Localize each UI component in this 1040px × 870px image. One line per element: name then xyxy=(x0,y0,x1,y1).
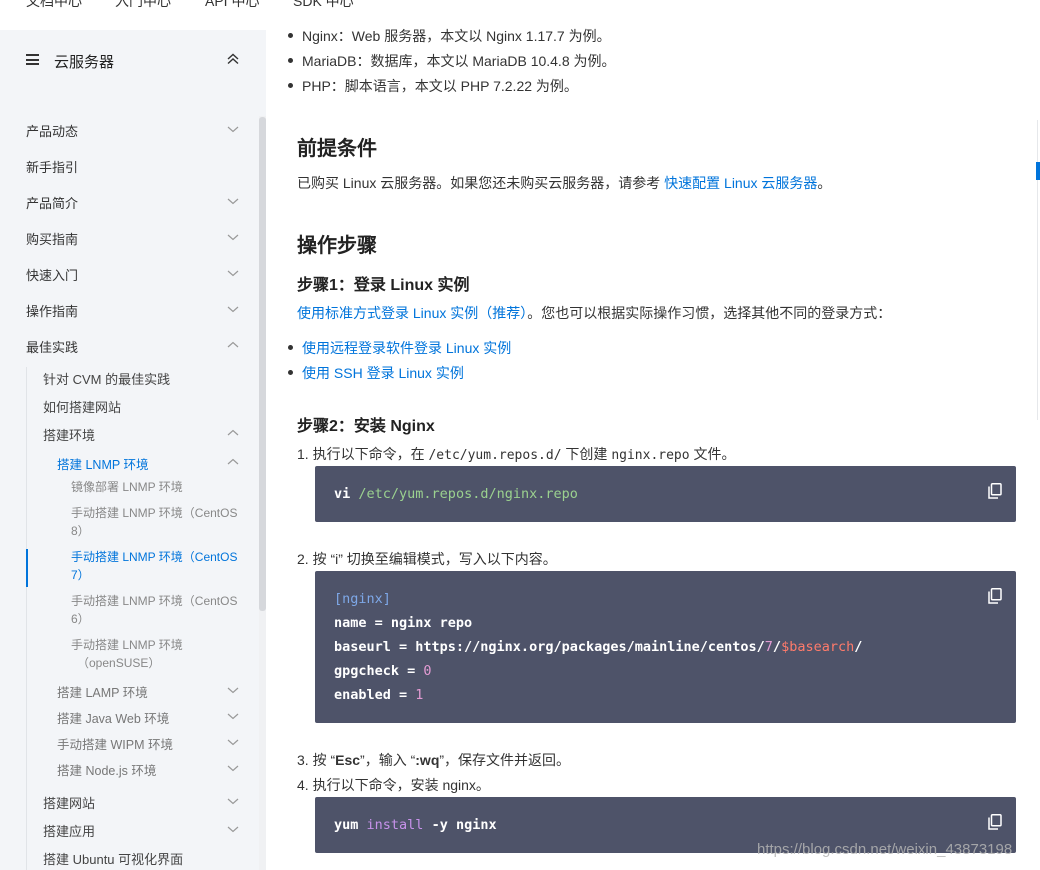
chevron-down-icon xyxy=(227,270,239,277)
sidebar-item-lnmp-centos8[interactable]: 手动搭建 LNMP 环境（CentOS 8） xyxy=(0,504,258,540)
sidebar-item-lnmp-centos7[interactable]: 手动搭建 LNMP 环境（CentOS 7） xyxy=(0,548,258,584)
step2-title: 步骤2：安装 Nginx xyxy=(297,418,435,435)
sidebar-item-lnmp[interactable]: 搭建 LNMP 环境 xyxy=(0,450,258,474)
list-item: MariaDB：数据库，本文以 MariaDB 10.4.8 为例。 xyxy=(288,51,616,71)
code-content: [nginx] name = nginx repo baseurl = http… xyxy=(334,591,863,703)
list-item: 使用 SSH 登录 Linux 实例 xyxy=(288,363,464,383)
chevron-down-icon xyxy=(227,234,239,241)
sidebar-item-product-news[interactable]: 产品动态 xyxy=(0,117,258,141)
list-item: 使用远程登录软件登录 Linux 实例 xyxy=(288,338,511,358)
list-item: Nginx：Web 服务器，本文以 Nginx 1.17.7 为例。 xyxy=(288,26,611,46)
code-line: yum install -y nginx xyxy=(334,817,497,833)
sidebar-item-wipm[interactable]: 手动搭建 WIPM 环境 xyxy=(0,730,258,754)
menu-icon[interactable] xyxy=(26,54,39,65)
chevron-up-icon xyxy=(227,341,239,348)
nav-api[interactable]: API 中心 xyxy=(205,0,259,11)
prereq-paragraph: 已购买 Linux 云服务器。如果您还未购买云服务器，请参考 快速配置 Linu… xyxy=(297,175,832,191)
chevron-down-icon xyxy=(227,687,239,694)
chevron-down-icon xyxy=(227,198,239,205)
ssh-login-link[interactable]: 使用 SSH 登录 Linux 实例 xyxy=(302,365,464,381)
sidebar-item-build-env[interactable]: 搭建环境 xyxy=(0,421,258,445)
sidebar-item-build-app[interactable]: 搭建应用 xyxy=(0,817,258,841)
code-block-vi: vi /etc/yum.repos.d/nginx.repo xyxy=(315,466,1016,522)
sidebar-item-nodejs[interactable]: 搭建 Node.js 环境 xyxy=(0,756,258,780)
watermark: https://blog.csdn.net/weixin_43873198 xyxy=(757,841,1013,858)
step-4-text: 4. 执行以下命令，安装 nginx。 xyxy=(297,777,490,793)
chevron-up-icon xyxy=(227,429,239,436)
section-title-steps: 操作步骤 xyxy=(297,235,377,257)
sidebar-item-beginner-guide[interactable]: 新手指引 xyxy=(0,153,258,177)
step-1-text: 1. 执行以下命令，在 /etc/yum.repos.d/ 下创建 nginx.… xyxy=(297,446,736,463)
sidebar: 云服务器 产品动态 新手指引 产品简介 购买指南 快速入门 操作指南 最佳实践 … xyxy=(0,30,266,870)
code-block-repo: [nginx] name = nginx repo baseurl = http… xyxy=(315,571,1016,723)
chevron-down-icon xyxy=(227,126,239,133)
step1-title: 步骤1：登录 Linux 实例 xyxy=(297,277,470,294)
main-content: Nginx：Web 服务器，本文以 Nginx 1.17.7 为例。 Maria… xyxy=(266,0,1040,870)
step-2-text: 2. 按 “i” 切换至编辑模式，写入以下内容。 xyxy=(297,551,557,567)
sidebar-item-cvm-best-practice[interactable]: 针对 CVM 的最佳实践 xyxy=(0,365,258,389)
sidebar-item-purchase-guide[interactable]: 购买指南 xyxy=(0,225,258,249)
sidebar-item-lnmp-opensuse[interactable]: 手动搭建 LNMP 环境 （openSUSE） xyxy=(0,636,258,672)
sidebar-item-quick-start[interactable]: 快速入门 xyxy=(0,261,258,285)
chevron-down-icon xyxy=(227,739,239,746)
toc-active-indicator xyxy=(1036,162,1040,180)
chevron-up-icon xyxy=(227,458,239,465)
sidebar-item-java-web[interactable]: 搭建 Java Web 环境 xyxy=(0,704,258,728)
chevron-down-icon xyxy=(227,826,239,833)
code-line: vi /etc/yum.repos.d/nginx.repo xyxy=(334,486,578,502)
sidebar-item-build-website[interactable]: 如何搭建网站 xyxy=(0,393,258,417)
sidebar-header[interactable]: 云服务器 xyxy=(0,30,266,90)
sidebar-item-operation-guide[interactable]: 操作指南 xyxy=(0,297,258,321)
sidebar-item-lamp[interactable]: 搭建 LAMP 环境 xyxy=(0,678,258,702)
list-item: PHP：脚本语言，本文以 PHP 7.2.22 为例。 xyxy=(288,76,578,96)
section-title-prereq: 前提条件 xyxy=(297,138,377,160)
sidebar-item-lnmp-image[interactable]: 镜像部署 LNMP 环境 xyxy=(0,478,258,496)
copy-icon[interactable] xyxy=(988,588,1002,604)
step-3-text: 3. 按 “Esc”，输入 “:wq”，保存文件并返回。 xyxy=(297,752,571,768)
copy-icon[interactable] xyxy=(988,814,1002,830)
double-chevron-up-icon[interactable] xyxy=(226,52,240,66)
step1-paragraph: 使用标准方式登录 Linux 实例（推荐）。您也可以根据实际操作习惯，选择其他不… xyxy=(297,305,892,321)
sidebar-item-lnmp-centos6[interactable]: 手动搭建 LNMP 环境（CentOS 6） xyxy=(0,592,258,628)
sidebar-item-best-practice[interactable]: 最佳实践 xyxy=(0,333,258,357)
nav-docs[interactable]: 文档中心 xyxy=(26,0,82,11)
sidebar-title: 云服务器 xyxy=(54,54,115,71)
sidebar-item-build-site[interactable]: 搭建网站 xyxy=(0,789,258,813)
nav-getting-started[interactable]: 入门中心 xyxy=(115,0,171,11)
standard-login-link[interactable]: 使用标准方式登录 Linux 实例（推荐） xyxy=(297,305,527,321)
sidebar-scrollbar-thumb[interactable] xyxy=(259,117,266,611)
chevron-down-icon xyxy=(227,798,239,805)
remote-login-link[interactable]: 使用远程登录软件登录 Linux 实例 xyxy=(302,340,511,356)
copy-icon[interactable] xyxy=(988,483,1002,499)
quick-config-link[interactable]: 快速配置 Linux 云服务器 xyxy=(664,175,817,191)
chevron-down-icon xyxy=(227,713,239,720)
sidebar-item-product-intro[interactable]: 产品简介 xyxy=(0,189,258,213)
chevron-down-icon xyxy=(227,306,239,313)
chevron-down-icon xyxy=(227,765,239,772)
sidebar-item-ubuntu-gui[interactable]: 搭建 Ubuntu 可视化界面 xyxy=(0,845,258,869)
